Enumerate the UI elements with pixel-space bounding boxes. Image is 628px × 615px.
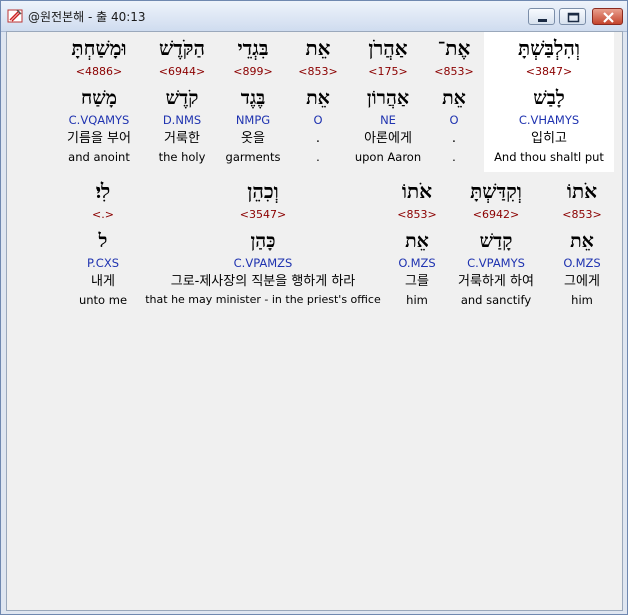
korean-gloss: 거룩한 — [164, 131, 200, 146]
hebrew-word: אֹתוֹ — [401, 179, 433, 203]
close-icon — [603, 12, 614, 23]
lemma-word: אֵת — [306, 87, 330, 109]
minimize-icon — [538, 19, 547, 22]
morphology-code: NE — [380, 113, 396, 127]
maximize-icon — [567, 12, 580, 23]
english-gloss: garments — [225, 150, 281, 164]
minimize-button[interactable] — [528, 8, 555, 25]
hebrew-word: אֹתוֹ — [566, 179, 598, 203]
english-gloss: the holy — [158, 150, 206, 164]
english-gloss: And thou shaltl put — [494, 150, 604, 164]
strong-number[interactable]: <175> — [351, 65, 425, 79]
korean-gloss: 옷을 — [241, 131, 265, 146]
word-column[interactable]: לִי׃ <.> ל P.CXS 내게 unto me — [73, 175, 133, 315]
word-column[interactable]: אֶת־ <853> אֵת O . . — [429, 32, 479, 172]
morphology-code: O — [313, 113, 323, 127]
word-column[interactable]: בִּגְדֵי <899> בֶּגֶד NMPG 옷을 garments — [220, 32, 286, 172]
lemma-word: כָּהַן — [250, 230, 276, 252]
strong-number[interactable]: <853> — [552, 208, 612, 222]
lemma-word: בֶּגֶד — [240, 87, 266, 109]
strong-number[interactable]: <853> — [391, 208, 443, 222]
korean-gloss: . — [451, 131, 457, 146]
strong-number[interactable]: <4886> — [51, 65, 147, 79]
window-title: @원전본해 - 출 40:13 — [28, 10, 146, 24]
word-column[interactable]: אַהֲרֹן <175> אַהֲרוֹן NE 아론에게 upon Aaro… — [351, 32, 425, 172]
english-gloss: and anoint — [68, 150, 130, 164]
strong-number[interactable]: <3547> — [139, 208, 387, 222]
word-column[interactable]: אֹתוֹ <853> אֵת O.MZS 그에게 him — [552, 175, 612, 315]
word-column[interactable]: וְקִדַּשְׁתָּ <6942> קָדַשׁ C.VPAMYS 거룩하… — [448, 175, 544, 315]
morphology-code: C.VHAMYS — [518, 113, 580, 127]
english-gloss: upon Aaron — [354, 150, 422, 164]
word-column[interactable]: אֹתוֹ <853> אֵת O.MZS 그를 him — [391, 175, 443, 315]
strong-number[interactable]: <6942> — [448, 208, 544, 222]
morphology-code: C.VPAMZS — [233, 256, 293, 270]
strong-number[interactable]: <.> — [73, 208, 133, 222]
morphology-code: D.NMS — [162, 113, 202, 127]
lemma-word: אֵת — [405, 230, 429, 252]
close-button[interactable] — [592, 8, 623, 25]
english-gloss: him — [571, 293, 593, 307]
english-gloss: and sanctify — [460, 293, 532, 307]
lemma-word: אֵת — [442, 87, 466, 109]
hebrew-word: אַהֲרֹן — [368, 36, 408, 60]
english-gloss: unto me — [78, 293, 128, 307]
hebrew-word: לִי׃ — [95, 179, 111, 203]
strong-number[interactable]: <3847> — [484, 65, 614, 79]
morphology-code: O.MZS — [398, 256, 436, 270]
english-gloss: . — [452, 150, 456, 164]
lemma-word: קֹדֶשׁ — [165, 87, 199, 109]
korean-gloss: 그에게 — [564, 274, 600, 289]
hebrew-word: וְכִהֵן — [247, 179, 279, 203]
morphology-code: C.VQAMYS — [68, 113, 130, 127]
hebrew-word: אֵת — [305, 36, 331, 60]
maximize-button[interactable] — [559, 8, 586, 25]
korean-gloss: 기름을 부어 — [67, 131, 131, 146]
word-column[interactable]: אֵת <853> אֵת O . . — [292, 32, 344, 172]
morphology-code: O.MZS — [563, 256, 601, 270]
strong-number[interactable]: <6944> — [149, 65, 215, 79]
english-gloss: him — [406, 293, 428, 307]
morphology-code: P.CXS — [86, 256, 119, 270]
verse-panel[interactable]: וּמָשַׁחְתָּ <4886> מָשַׁח C.VQAMYS 기름을 … — [6, 31, 623, 611]
korean-gloss: 거룩하게 하여 — [458, 274, 534, 289]
korean-gloss: 내게 — [91, 274, 115, 289]
strong-number[interactable]: <899> — [220, 65, 286, 79]
korean-gloss: 아론에게 — [364, 131, 412, 146]
app-icon — [7, 8, 23, 24]
english-gloss: . — [316, 150, 320, 164]
hebrew-word: וּמָשַׁחְתָּ — [71, 36, 127, 60]
title-bar[interactable]: @원전본해 - 출 40:13 — [1, 1, 627, 32]
app-window: @원전본해 - 출 40:13 וּמָשַׁחְתָּ <4886> מָשַ… — [0, 0, 628, 615]
hebrew-word: הַקֹּדֶשׁ — [159, 36, 205, 60]
korean-gloss: . — [315, 131, 321, 146]
strong-number[interactable]: <853> — [292, 65, 344, 79]
hebrew-word: וְקִדַּשְׁתָּ — [470, 179, 522, 203]
lemma-word: ל — [98, 230, 108, 252]
korean-gloss: 그를 — [405, 274, 429, 289]
morphology-code: C.VPAMYS — [467, 256, 525, 270]
word-column[interactable]: וּמָשַׁחְתָּ <4886> מָשַׁח C.VQAMYS 기름을 … — [51, 32, 147, 172]
korean-gloss: 입히고 — [531, 131, 567, 146]
hebrew-word: אֶת־ — [437, 36, 471, 60]
morphology-code: O — [449, 113, 459, 127]
hebrew-word: בִּגְדֵי — [237, 36, 269, 60]
lemma-word: קָדַשׁ — [479, 230, 513, 252]
korean-gloss: 그로-제사장의 직분을 행하게 하라 — [170, 274, 356, 289]
strong-number[interactable]: <853> — [429, 65, 479, 79]
word-column-selected[interactable]: וְהִלְבַּשְׁתָּ <3847> לָבַשׁ C.VHAMYS 입… — [484, 32, 614, 172]
word-column[interactable]: הַקֹּדֶשׁ <6944> קֹדֶשׁ D.NMS 거룩한 the ho… — [149, 32, 215, 172]
hebrew-word: וְהִלְבַּשְׁתָּ — [518, 36, 580, 60]
word-column[interactable]: וְכִהֵן <3547> כָּהַן C.VPAMZS 그로-제사장의 직… — [139, 175, 387, 315]
morphology-code: NMPG — [235, 113, 271, 127]
lemma-word: אַהֲרוֹן — [366, 87, 410, 109]
lemma-word: אֵת — [570, 230, 594, 252]
lemma-word: מָשַׁח — [81, 87, 117, 109]
lemma-word: לָבַשׁ — [533, 87, 565, 109]
english-gloss: that he may minister - in the priest's o… — [145, 293, 381, 306]
